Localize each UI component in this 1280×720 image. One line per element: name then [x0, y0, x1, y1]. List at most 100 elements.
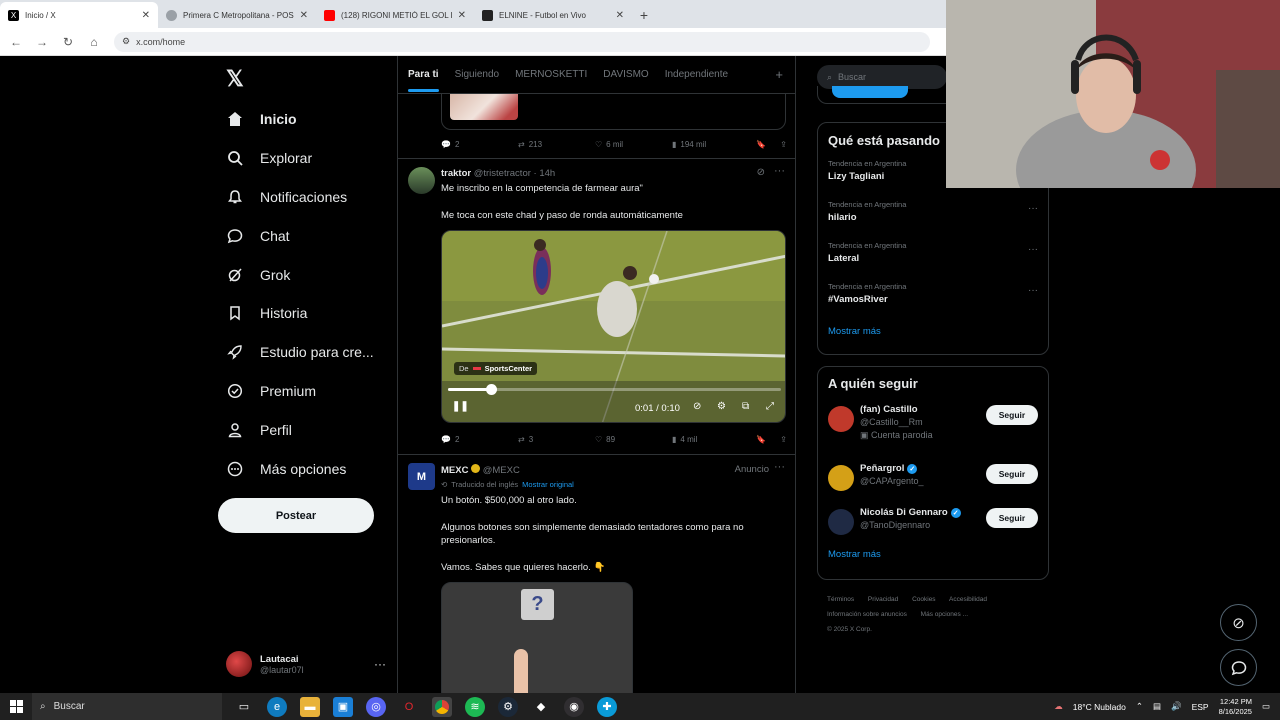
footer-link[interactable]: Privacidad — [868, 596, 898, 603]
chrome-icon[interactable] — [432, 696, 452, 717]
clock[interactable]: 12:42 PM 8/16/2025 — [1219, 697, 1252, 717]
views-button[interactable]: ▮ 194 mil — [672, 140, 749, 149]
nav-item-estudio[interactable]: Estudio para cre... — [226, 333, 374, 372]
post-button[interactable]: Postear — [218, 498, 374, 533]
follow-button[interactable]: Seguir — [986, 464, 1038, 484]
browser-tab[interactable]: Primera C Metropolitana - POS... ✕ — [158, 2, 316, 28]
previous-tweet-media[interactable] — [441, 94, 786, 130]
tab-mernosketti[interactable]: MERNOSKETTI — [515, 69, 587, 80]
site-info-icon[interactable]: ⚙ — [122, 36, 130, 47]
author-handle[interactable]: @tristetractor — [474, 168, 531, 179]
weather-text[interactable]: 18°C Nublado — [1073, 702, 1126, 712]
browser-tab[interactable]: (128) RIGONI METIÓ EL GOL D... ✕ — [316, 2, 474, 28]
reload-icon[interactable]: ↻ — [62, 35, 74, 49]
tab-para-ti[interactable]: Para ti — [408, 69, 439, 92]
pip-icon[interactable]: ⧉ — [742, 401, 749, 412]
reply-button[interactable]: 💬 2 — [441, 140, 518, 149]
avatar[interactable] — [408, 167, 435, 194]
partial-button[interactable] — [832, 86, 908, 98]
grok-icon[interactable]: ⊘ — [757, 167, 765, 178]
chevron-up-icon[interactable]: ⌃ — [1136, 701, 1143, 712]
video-scrubber[interactable] — [448, 384, 781, 395]
footer-link[interactable]: Accesibilidad — [949, 596, 987, 603]
tab-independiente[interactable]: Independiente — [665, 69, 728, 80]
fullscreen-icon[interactable]: ⤢ — [766, 401, 774, 412]
account-switcher[interactable]: Lautacai @lautar07l ··· — [226, 646, 386, 682]
video-player[interactable]: De SportsCenter ❚❚ 0:01 / 0:10 ⊘ ⚙ ⧉ ⤢ — [441, 230, 786, 423]
close-icon[interactable]: ✕ — [616, 10, 624, 21]
network-icon[interactable]: ▤ — [1153, 701, 1161, 712]
folder-icon[interactable]: ▬ — [300, 696, 320, 717]
show-original-link[interactable]: Mostrar original — [522, 480, 574, 489]
settings-icon[interactable]: ⚙ — [717, 401, 726, 412]
steam-icon[interactable]: ⚙ — [498, 696, 518, 717]
opera-icon[interactable]: O — [399, 697, 419, 717]
forward-icon[interactable]: → — [36, 35, 48, 49]
new-tab-button[interactable]: + — [632, 2, 656, 28]
close-icon[interactable]: ✕ — [300, 10, 308, 21]
share-icon[interactable]: ⇪ — [780, 435, 787, 444]
like-button[interactable]: ♡ 89 — [595, 435, 672, 444]
edge-icon[interactable]: e — [267, 696, 287, 717]
footer-link[interactable]: Información sobre anuncios — [827, 611, 907, 618]
show-more-link[interactable]: Mostrar más — [818, 549, 1048, 560]
tweet-time[interactable]: 14h — [539, 168, 555, 179]
nav-item-historia[interactable]: Historia — [226, 294, 374, 333]
notification-icon[interactable]: ▭ — [1262, 701, 1270, 712]
trend-item[interactable]: Tendencia en Argentina hilario ··· — [818, 193, 1048, 234]
close-icon[interactable]: ✕ — [458, 10, 466, 21]
views-button[interactable]: ▮ 4 mil — [672, 435, 749, 444]
more-dots-icon[interactable]: ··· — [1028, 244, 1038, 255]
nav-item-mas-opciones[interactable]: Más opciones — [226, 449, 374, 488]
author-handle[interactable]: @MEXC — [483, 465, 520, 476]
share-icon[interactable]: ⇪ — [780, 140, 787, 149]
back-icon[interactable]: ← — [10, 35, 22, 49]
nav-item-grok[interactable]: Grok — [226, 255, 374, 294]
browser-tab[interactable]: X Inicio / X ✕ — [0, 2, 158, 28]
tab-davismo[interactable]: DAVISMO — [603, 69, 648, 80]
avatar[interactable] — [828, 509, 854, 535]
home-button-icon[interactable]: ⌂ — [88, 35, 100, 49]
nav-item-chat[interactable]: Chat — [226, 216, 374, 255]
follow-button[interactable]: Seguir — [986, 405, 1038, 425]
nav-item-notificaciones[interactable]: Notificaciones — [226, 178, 374, 217]
tidal-icon[interactable]: ◆ — [531, 697, 551, 717]
pause-icon[interactable]: ❚❚ — [452, 401, 469, 412]
follow-suggestion[interactable]: Nicolás Di Gennaro ✓ @TanoDigennaro Segui… — [818, 503, 1048, 547]
nav-item-perfil[interactable]: Perfil — [226, 410, 374, 449]
language[interactable]: ESP — [1192, 702, 1209, 712]
nav-item-inicio[interactable]: Inicio — [226, 100, 374, 139]
browser-tab[interactable]: ELNINE - Futbol en Vivo ✕ — [474, 2, 632, 28]
mute-icon[interactable]: ⊘ — [693, 401, 701, 412]
nav-item-explorar[interactable]: Explorar — [226, 139, 374, 178]
close-icon[interactable]: ✕ — [142, 10, 150, 21]
discord-icon[interactable]: ◎ — [366, 696, 386, 717]
trend-item[interactable]: Tendencia en Argentina Lateral ··· — [818, 234, 1048, 275]
grok-fab-button[interactable]: ⊘ — [1220, 604, 1257, 641]
more-dots-icon[interactable]: ··· — [774, 461, 785, 473]
nav-item-premium[interactable]: Premium — [226, 372, 374, 411]
app-icon[interactable]: ✚ — [597, 696, 617, 717]
taskbar-search[interactable]: ⌕ Buscar — [32, 693, 222, 720]
footer-link[interactable]: Más opciones ... — [921, 611, 968, 618]
bookmark-icon[interactable]: 🔖 — [756, 435, 766, 444]
footer-link[interactable]: Términos — [827, 596, 854, 603]
follow-suggestion[interactable]: (fan) Castillo @Castillo__Rm ▣ Cuenta pa… — [818, 400, 1048, 459]
url-field[interactable]: ⚙ x.com/home — [114, 31, 930, 52]
trend-item[interactable]: Tendencia en Argentina #VamosRiver ··· — [818, 275, 1048, 316]
x-logo-icon[interactable]: 𝕏 — [226, 66, 244, 92]
volume-icon[interactable]: 🔊 — [1171, 701, 1182, 712]
more-dots-icon[interactable]: ··· — [774, 165, 785, 177]
messages-fab-button[interactable] — [1220, 649, 1257, 686]
bookmark-icon[interactable]: 🔖 — [756, 140, 766, 149]
mexc-logo-icon[interactable]: M — [408, 463, 435, 490]
follow-button[interactable]: Seguir — [986, 508, 1038, 528]
author-name[interactable]: MEXC — [441, 465, 468, 476]
avatar[interactable] — [828, 406, 854, 432]
avatar[interactable] — [828, 465, 854, 491]
store-icon[interactable]: ▣ — [333, 696, 353, 717]
author-name[interactable]: traktor — [441, 168, 471, 179]
task-view-icon[interactable]: ▭ — [234, 697, 254, 717]
repost-button[interactable]: ⇄ 213 — [518, 140, 595, 149]
windows-start-icon[interactable] — [10, 700, 23, 713]
